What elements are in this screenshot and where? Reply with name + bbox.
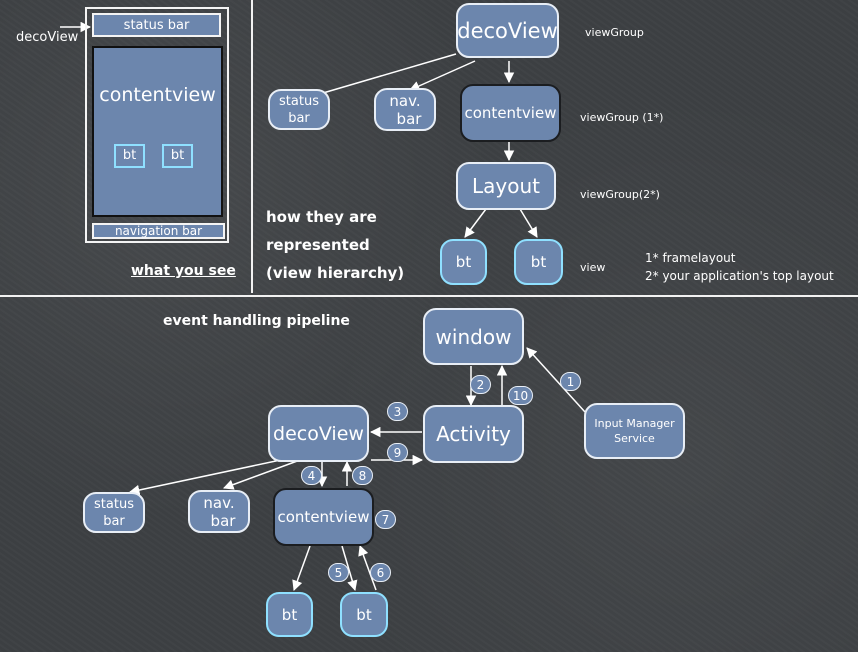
screen-status-bar-label: status bar	[123, 17, 190, 33]
hierarchy-status-bar-node: status bar	[268, 89, 330, 130]
pipeline-input-manager-label-2: Service	[614, 432, 655, 445]
hierarchy-bt1-label: bt	[455, 253, 472, 271]
pipeline-decoview-node: decoView	[268, 405, 369, 462]
footnote-1: 1* framelayout	[645, 251, 736, 265]
hierarchy-layout-node: Layout	[456, 162, 556, 210]
step-4-badge: 4	[301, 466, 322, 485]
what-you-see-caption: what you see	[131, 263, 236, 279]
step-8-badge: 8	[352, 466, 373, 485]
screen-navigation-bar-label: navigation bar	[114, 224, 203, 238]
hierarchy-bt1-node: bt	[440, 239, 487, 285]
pipeline-window-node: window	[423, 308, 524, 365]
pipeline-contentview-label: contentview	[277, 508, 370, 526]
hierarchy-contentview-node: contentview	[460, 84, 561, 142]
type-decoview-label: viewGroup	[585, 26, 644, 39]
hierarchy-nav-bar-label-1: nav.	[389, 91, 421, 110]
step-2-badge: 2	[470, 375, 491, 394]
arrow-layout-bt1	[464, 208, 487, 238]
pipeline-input-manager-node: Input Manager Service	[584, 403, 685, 459]
screen-contentview: contentview bt bt	[92, 46, 223, 217]
hierarchy-decoview-label: decoView	[457, 18, 558, 43]
hierarchy-status-bar-label-1: status	[279, 93, 319, 109]
step-1-badge: 1	[560, 372, 581, 391]
step-10-badge: 10	[508, 386, 533, 405]
hierarchy-caption-line3: (view hierarchy)	[266, 264, 405, 282]
step-9-badge: 9	[387, 443, 408, 462]
hierarchy-bt2-label: bt	[530, 253, 547, 271]
screen-status-bar: status bar	[92, 13, 221, 37]
arrow-step5	[292, 545, 311, 591]
hierarchy-nav-bar-node: nav. bar	[374, 88, 436, 131]
pipeline-nav-bar-label-2: bar	[210, 511, 236, 530]
hierarchy-status-bar-label-2: bar	[288, 110, 310, 126]
hierarchy-bt2-node: bt	[514, 239, 563, 285]
pipeline-window-label: window	[435, 324, 512, 349]
arrow-layout-bt2	[519, 208, 538, 238]
hierarchy-caption-line2: represented	[266, 236, 370, 254]
pipeline-activity-label: Activity	[436, 422, 511, 446]
phone-screen: status bar contentview bt bt navigation …	[85, 7, 229, 243]
screen-bt1: bt	[114, 144, 145, 168]
pipeline-title: event handling pipeline	[163, 313, 350, 329]
hierarchy-caption-line1: how they are	[266, 208, 377, 226]
step-7-badge: 7	[375, 510, 396, 529]
screen-navigation-bar: navigation bar	[92, 223, 225, 239]
hierarchy-layout-label: Layout	[472, 174, 540, 198]
pipeline-decoview-label: decoView	[273, 422, 364, 445]
decoview-pointer-label: decoView	[16, 30, 79, 45]
pipeline-nav-bar-label-1: nav.	[203, 493, 235, 512]
pipeline-bt1-label: bt	[281, 605, 298, 624]
arrow-pdeco-status	[128, 457, 291, 496]
hierarchy-decoview-node: decoView	[456, 3, 559, 58]
pipeline-activity-node: Activity	[423, 405, 524, 463]
type-layout-label: viewGroup(2*)	[580, 188, 660, 201]
step-5-badge: 5	[328, 563, 349, 582]
hierarchy-nav-bar-label-2: bar	[396, 109, 422, 128]
pipeline-bt1-node: bt	[266, 592, 313, 637]
step-6-badge: 6	[370, 563, 391, 582]
footnote-2: 2* your application's top layout	[645, 269, 834, 283]
pipeline-bt2-label: bt	[356, 605, 372, 624]
type-contentview-label: viewGroup (1*)	[580, 111, 664, 124]
screen-bt2: bt	[162, 144, 193, 168]
type-view-label: view	[580, 261, 606, 274]
pipeline-bt2-node: bt	[340, 592, 388, 637]
hierarchy-contentview-label: contentview	[464, 104, 557, 122]
pipeline-status-bar-label-2: bar	[103, 513, 125, 529]
screen-contentview-label: contentview	[99, 84, 216, 106]
pipeline-contentview-node: contentview	[273, 488, 374, 546]
pipeline-status-bar-node: status bar	[83, 492, 145, 533]
pipeline-status-bar-label-1: status	[94, 496, 134, 512]
pipeline-input-manager-label-1: Input Manager	[594, 417, 675, 430]
pipeline-nav-bar-node: nav. bar	[188, 490, 250, 533]
step-3-badge: 3	[387, 402, 408, 421]
